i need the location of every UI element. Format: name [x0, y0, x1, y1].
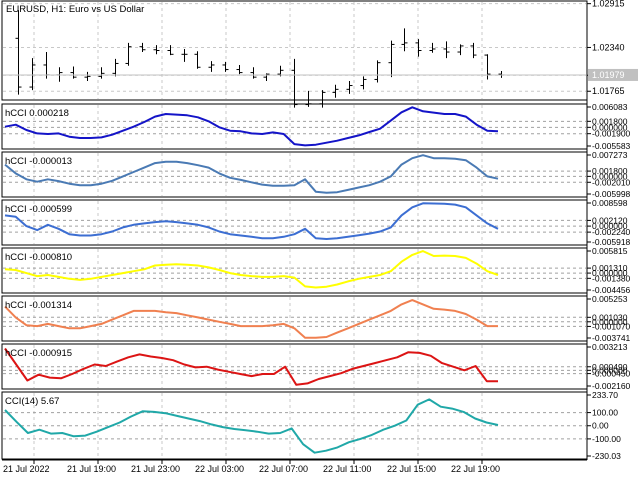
scale-label: -230.03 — [592, 451, 621, 461]
time-label: 21 Jul 2022 — [3, 464, 50, 474]
indicator-title: hCCI -0.000810 — [5, 252, 72, 263]
symbol-title: EURUSD, H1: Euro vs US Dollar — [6, 4, 144, 15]
scale-label: -0.001070 — [592, 321, 631, 331]
indicator-title: hCCI -0.000599 — [5, 204, 72, 215]
price-label: 1.02915 — [592, 0, 625, 9]
scale-label: 0.005253 — [592, 294, 628, 304]
scale-label: 0.007273 — [592, 150, 628, 160]
time-label: 22 Jul 19:00 — [451, 464, 500, 474]
scale-label: 100.00 — [592, 408, 618, 418]
scale-label: -100.00 — [592, 434, 621, 444]
indicator-pane[interactable] — [1, 247, 588, 294]
price-label: 1.01765 — [592, 86, 625, 96]
indicator-title: hCCI 0.000218 — [5, 108, 69, 119]
scale-label: -0.000450 — [592, 369, 631, 379]
price-label: 1.02340 — [592, 42, 625, 52]
scale-label: 0.00 — [592, 421, 609, 431]
chart-canvas[interactable]: 1.029151.023401.019751.017651.01979EURUS… — [0, 0, 640, 480]
indicator-pane[interactable] — [1, 103, 588, 150]
time-label: 21 Jul 23:00 — [131, 464, 180, 474]
time-label: 22 Jul 03:00 — [195, 464, 244, 474]
scale-label: 0.008598 — [592, 198, 628, 208]
indicator-title: CCI(14) 5.67 — [5, 396, 59, 407]
scale-label: 0.005815 — [592, 246, 628, 256]
indicator-title: hCCI -0.001314 — [5, 300, 72, 311]
scale-label: -0.002240 — [592, 227, 631, 237]
scale-label: -0.001900 — [592, 129, 631, 139]
scale-label: -0.002010 — [592, 177, 631, 187]
scale-label: 233.70 — [592, 390, 618, 400]
indicator-pane[interactable] — [1, 295, 588, 342]
time-label: 21 Jul 19:00 — [67, 464, 116, 474]
time-label: 22 Jul 07:00 — [259, 464, 308, 474]
scale-label: -0.001380 — [592, 273, 631, 283]
scale-label: 0.006083 — [592, 102, 628, 112]
indicator-title: hCCI -0.000915 — [5, 348, 72, 359]
indicator-pane[interactable] — [1, 151, 588, 198]
time-label: 22 Jul 11:00 — [323, 464, 371, 474]
terminal-window: 1.029151.023401.019751.017651.01979EURUS… — [0, 0, 640, 480]
indicator-title: hCCI -0.000013 — [5, 156, 72, 167]
current-price-label: 1.01979 — [592, 70, 625, 80]
scale-label: 0.003213 — [592, 342, 628, 352]
time-label: 22 Jul 15:00 — [387, 464, 436, 474]
indicator-pane[interactable] — [1, 199, 588, 246]
